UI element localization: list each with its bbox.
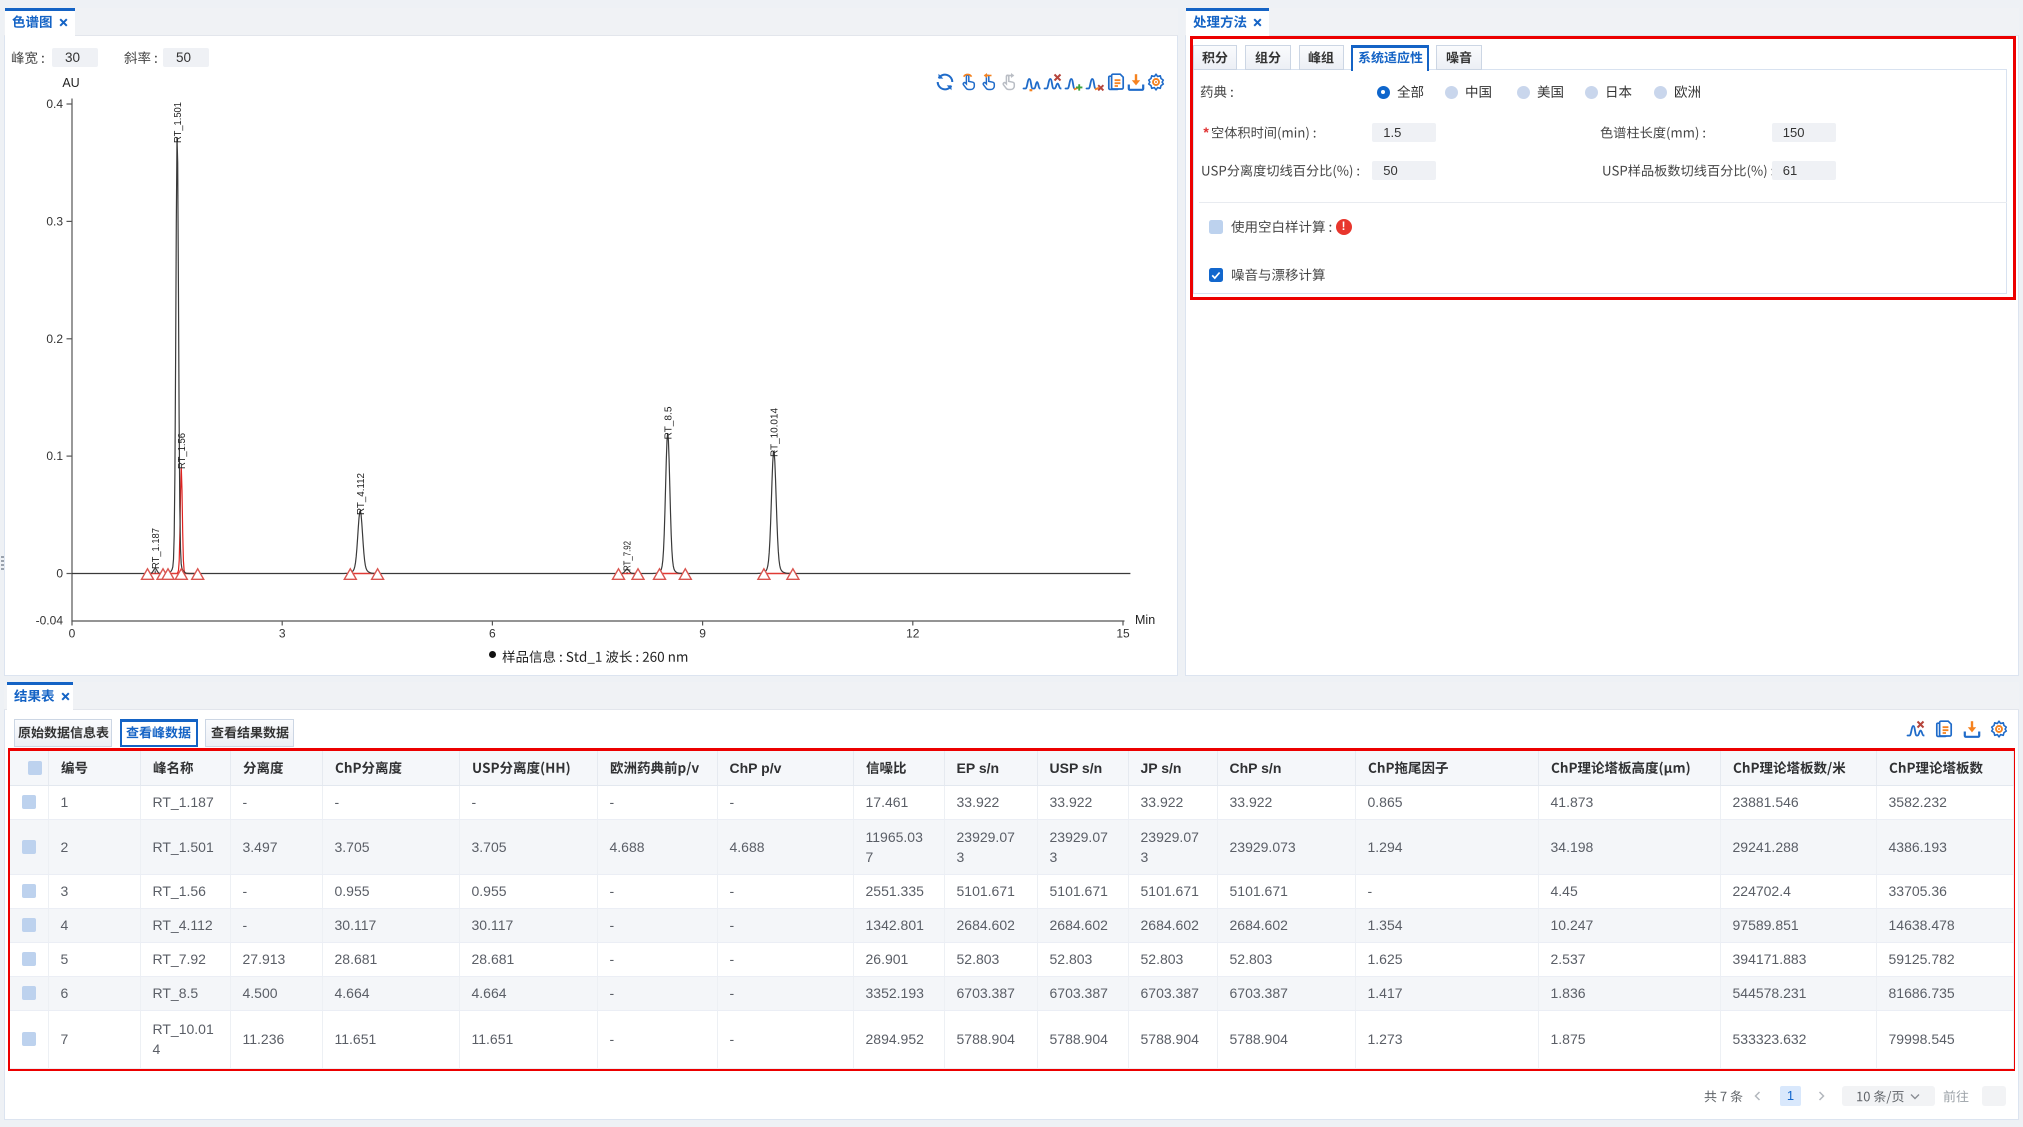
svg-text:3: 3: [279, 627, 286, 641]
svg-text:15: 15: [1116, 627, 1130, 641]
svg-text:RT_1.501: RT_1.501: [173, 102, 184, 143]
svg-text:RT_4.112: RT_4.112: [356, 473, 367, 515]
svg-text:0: 0: [69, 627, 76, 641]
svg-text:RT_1.56: RT_1.56: [177, 433, 188, 469]
svg-text:Min: Min: [1135, 613, 1155, 627]
svg-text:RT_10.014: RT_10.014: [769, 408, 780, 457]
svg-text:0.1: 0.1: [46, 449, 63, 463]
svg-text:0.4: 0.4: [46, 97, 63, 111]
svg-text:12: 12: [906, 627, 920, 641]
svg-text:RT_8.5: RT_8.5: [663, 406, 674, 439]
svg-text:RT_7.92: RT_7.92: [623, 541, 634, 571]
svg-text:0.3: 0.3: [46, 214, 63, 228]
svg-text:-0.04: -0.04: [36, 614, 64, 628]
svg-text:9: 9: [699, 627, 706, 641]
svg-text:6: 6: [489, 627, 496, 641]
svg-text:0: 0: [56, 567, 63, 581]
svg-text:AU: AU: [62, 76, 79, 90]
svg-text:RT_1.187: RT_1.187: [151, 528, 162, 569]
svg-text:0.2: 0.2: [46, 332, 63, 346]
